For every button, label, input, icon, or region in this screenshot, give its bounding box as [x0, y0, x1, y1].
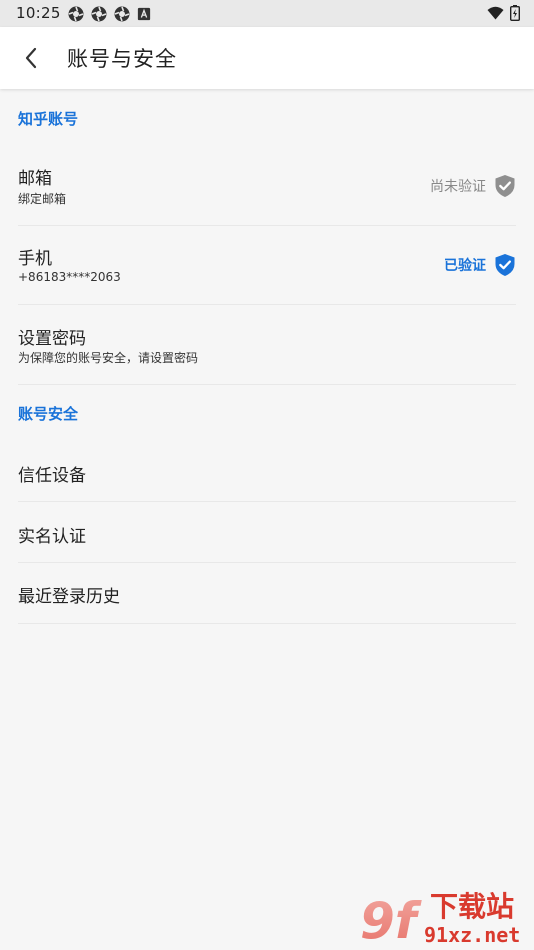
section-header-zhihu-account: 知乎账号: [18, 110, 79, 128]
shield-check-icon: [495, 175, 515, 197]
login-history-row[interactable]: 最近登录历史: [0, 563, 534, 623]
back-button[interactable]: [14, 41, 48, 75]
set-password-row[interactable]: 设置密码 为保障您的账号安全，请设置密码: [0, 305, 534, 384]
unverified-label: 尚未验证: [430, 179, 486, 195]
watermark-title: 下载站: [430, 890, 514, 923]
row-title: 邮箱: [18, 169, 52, 189]
row-subtitle: +86183****2063: [18, 270, 121, 284]
status-bar: 10:25: [0, 0, 534, 27]
row-title: 信任设备: [18, 466, 86, 486]
section-header-account-security: 账号安全: [18, 405, 79, 423]
divider: [18, 384, 516, 385]
chevron-left-icon: [25, 47, 37, 69]
watermark-url: 91xz.net: [424, 923, 520, 947]
divider: [18, 623, 516, 624]
app-notification-icon: [114, 6, 130, 22]
row-title: 最近登录历史: [18, 587, 120, 607]
svg-text:9f: 9f: [360, 892, 422, 948]
phone-verify-status: 已验证: [444, 253, 516, 277]
row-subtitle: 绑定邮箱: [18, 192, 67, 206]
status-notification-icons: [68, 6, 151, 22]
row-title: 手机: [18, 249, 52, 269]
status-system-icons: [487, 5, 520, 21]
page-title: 账号与安全: [67, 47, 177, 71]
row-subtitle: 为保障您的账号安全，请设置密码: [18, 351, 199, 365]
email-verify-status: 尚未验证: [430, 174, 516, 198]
app-notification-icon: [91, 6, 107, 22]
verified-label: 已验证: [444, 258, 486, 274]
app-notification-icon: [68, 6, 84, 22]
status-time: 10:25: [16, 4, 61, 22]
phone-row[interactable]: 手机 +86183****2063 已验证: [0, 226, 534, 304]
row-title: 实名认证: [18, 527, 86, 547]
battery-icon: [510, 5, 520, 21]
keyboard-a-icon: [137, 7, 151, 21]
trusted-devices-row[interactable]: 信任设备: [0, 441, 534, 501]
email-row[interactable]: 邮箱 绑定邮箱 尚未验证: [0, 148, 534, 225]
watermark-logo: 9f 下载站 91xz.net: [360, 890, 520, 948]
wifi-icon: [487, 6, 504, 20]
real-name-verification-row[interactable]: 实名认证: [0, 502, 534, 562]
app-bar: 账号与安全: [0, 27, 534, 89]
row-title: 设置密码: [18, 329, 86, 349]
shield-check-icon: [495, 254, 515, 276]
